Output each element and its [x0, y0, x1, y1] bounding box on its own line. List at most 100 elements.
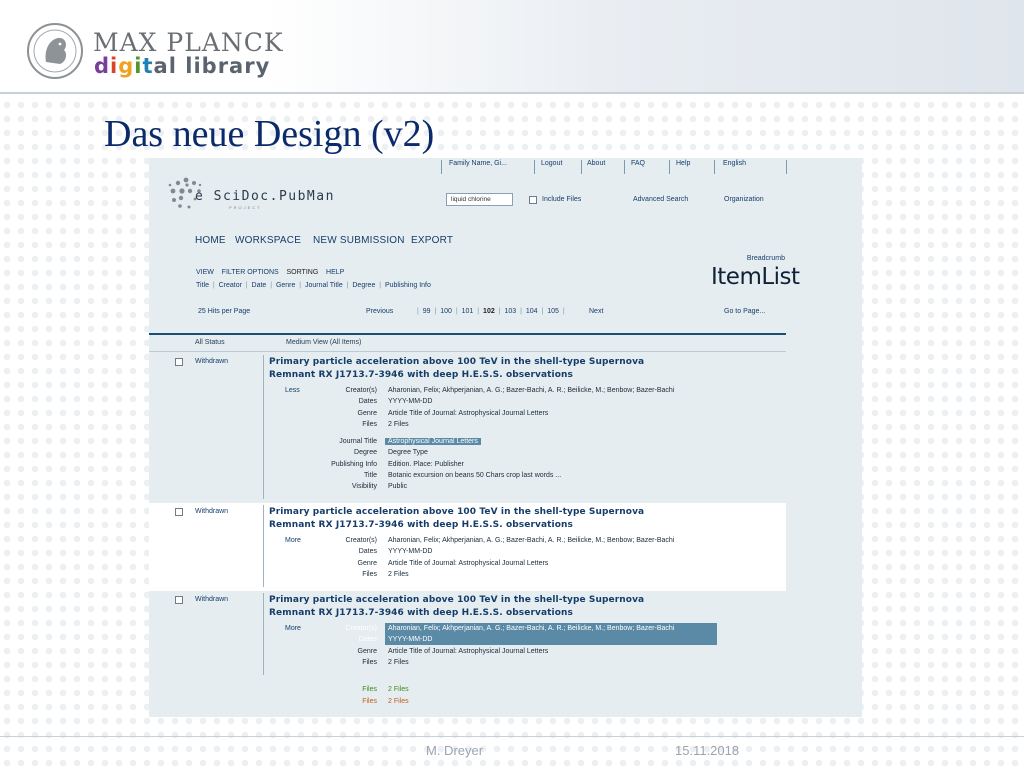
detail-value: Astrophysical Journal Letters — [385, 438, 481, 445]
item-select-checkbox[interactable] — [175, 596, 183, 604]
meta-value: 2 Files — [388, 570, 409, 578]
item-title[interactable]: Primary particle acceleration above 100 … — [269, 356, 644, 381]
menu-workspace[interactable]: WORKSPACE — [235, 235, 301, 246]
slide-title: Das neue Design (v2) — [104, 113, 435, 155]
item-title-line2[interactable]: Remnant RX J1713.7-3946 with deep H.E.S.… — [269, 369, 644, 382]
language-link[interactable]: English — [723, 160, 746, 167]
item-title-line1[interactable]: Primary particle acceleration above 100 … — [269, 594, 644, 607]
meta-value: Article Title of Journal: Astrophysical … — [388, 559, 549, 567]
detail-value: Public — [388, 483, 408, 491]
page-number-link[interactable]: 101 — [462, 308, 474, 315]
item-status: Withdrawn — [195, 596, 229, 603]
detail-label: Journal Title — [339, 438, 377, 445]
sort-field-link[interactable]: Publishing Info — [385, 282, 431, 289]
page-number-link[interactable]: 99 — [423, 308, 431, 315]
go-to-page-link[interactable]: Go to Page... — [724, 308, 765, 315]
sort-field-link[interactable]: Date — [252, 282, 267, 289]
sort-field-link[interactable]: Genre — [276, 282, 295, 289]
detail-value: Botanic excursion on beans 50 Chars crop… — [388, 471, 562, 479]
files-state-value[interactable]: 2 Files — [388, 686, 409, 693]
about-link[interactable]: About — [587, 160, 605, 167]
list-item: Withdrawn Primary particle acceleration a… — [149, 503, 786, 591]
sort-field-link[interactable]: Journal Title — [305, 282, 343, 289]
all-status-filter[interactable]: All Status — [195, 339, 225, 346]
item-title-line2[interactable]: Remnant RX J1713.7-3946 with deep H.E.S.… — [269, 519, 644, 532]
quick-search-input[interactable]: liquid chlorine — [446, 193, 513, 206]
header-divider — [0, 92, 1024, 94]
page-number-link[interactable]: 100 — [440, 308, 452, 315]
logout-link[interactable]: Logout — [541, 160, 562, 167]
page-separator: | — [518, 308, 524, 315]
meta-value: 2 Files — [388, 420, 409, 428]
organization-link[interactable]: Organization — [724, 196, 764, 203]
tab-filter-options[interactable]: FILTER OPTIONS — [222, 269, 279, 276]
page-number-link[interactable]: 103 — [504, 308, 516, 315]
item-select-checkbox[interactable] — [175, 508, 183, 516]
brand-letter: b — [201, 54, 218, 78]
help-link[interactable]: Help — [676, 160, 690, 167]
detail-value: Edition. Place: Publisher — [388, 460, 464, 468]
pubman-mockup: Family Name, Gi... Logout About FAQ Help… — [149, 158, 862, 717]
footer-author: M. Dreyer — [426, 743, 484, 758]
page-separator: | — [415, 308, 421, 315]
item-title-line1[interactable]: Primary particle acceleration above 100 … — [269, 506, 644, 519]
menu-export[interactable]: EXPORT — [411, 235, 453, 246]
page-separator: | — [560, 308, 565, 315]
item-status: Withdrawn — [195, 358, 229, 365]
meta-label: Dates — [358, 548, 377, 556]
meta-label: Files — [362, 658, 377, 666]
meta-value: 2 Files — [388, 658, 409, 666]
detail-label: Title — [364, 471, 377, 479]
brand-letter: g — [118, 54, 135, 78]
detail-label: Degree — [354, 449, 377, 457]
footer-divider — [0, 736, 1024, 737]
breadcrumb[interactable]: Breadcrumb — [747, 255, 785, 262]
item-title[interactable]: Primary particle acceleration above 100 … — [269, 594, 644, 619]
item-select-checkbox[interactable] — [175, 358, 183, 366]
meta-value: YYYY-MM-DD — [388, 398, 433, 406]
hits-per-page[interactable]: 25 Hits per Page — [198, 308, 250, 315]
include-files-label: Include Files — [542, 196, 582, 203]
meta-value: Article Title of Journal: Astrophysical … — [388, 409, 549, 417]
list-item: Withdrawn Primary particle acceleration a… — [149, 591, 786, 679]
faq-link[interactable]: FAQ — [631, 160, 645, 167]
tab-view[interactable]: VIEW — [196, 269, 214, 276]
user-name-link[interactable]: Family Name, Gi... — [449, 160, 507, 167]
escidoc-pubman-wordmark: e SciDoc.PubMan — [195, 189, 335, 204]
sort-separator: | — [375, 282, 385, 289]
menu-home[interactable]: HOME — [195, 235, 226, 246]
tab-sorting[interactable]: SORTING — [287, 269, 319, 276]
brand-letter: r — [217, 54, 230, 78]
view-mode-select[interactable]: Medium View (All Items) — [286, 339, 361, 346]
meta-value: Aharonian, Felix; Akhperjanian, A. G.; B… — [388, 537, 675, 544]
include-files-checkbox[interactable] — [529, 196, 537, 204]
item-title[interactable]: Primary particle acceleration above 100 … — [269, 506, 644, 531]
files-state-label: Files — [362, 698, 377, 705]
meta-label: Genre — [357, 647, 377, 655]
item-status: Withdrawn — [195, 508, 229, 515]
meta-label: Creator(s) — [345, 537, 377, 544]
next-page-link[interactable]: Next — [589, 308, 603, 315]
footer-date: 15.11.2018 — [675, 743, 740, 758]
sort-field-link[interactable]: Title — [196, 282, 209, 289]
files-state-value[interactable]: 2 Files — [388, 698, 409, 705]
sort-field-link[interactable]: Degree — [352, 282, 375, 289]
brand-letter: r — [244, 54, 256, 78]
sort-field-link[interactable]: Creator — [219, 282, 242, 289]
brand-letter: y — [255, 54, 271, 78]
item-title-line1[interactable]: Primary particle acceleration above 100 … — [269, 356, 644, 369]
item-title-line2[interactable]: Remnant RX J1713.7-3946 with deep H.E.S.… — [269, 607, 644, 620]
meta-label: Dates — [358, 398, 377, 406]
page-number-link[interactable]: 102 — [483, 308, 495, 315]
sort-separator: | — [295, 282, 306, 289]
previous-page-link[interactable]: Previous — [366, 308, 393, 315]
page-number-link[interactable]: 104 — [526, 308, 538, 315]
advanced-search-link[interactable]: Advanced Search — [633, 196, 688, 203]
menu-new-submission[interactable]: NEW SUBMISSION — [313, 235, 405, 246]
sort-separator: | — [266, 282, 276, 289]
meta-label: Genre — [357, 409, 377, 417]
tab-help[interactable]: HELP — [326, 269, 344, 276]
escidoc-logo-sub: PROJECT — [229, 205, 262, 210]
page-number-link[interactable]: 105 — [547, 308, 559, 315]
page-separator: | — [496, 308, 503, 315]
